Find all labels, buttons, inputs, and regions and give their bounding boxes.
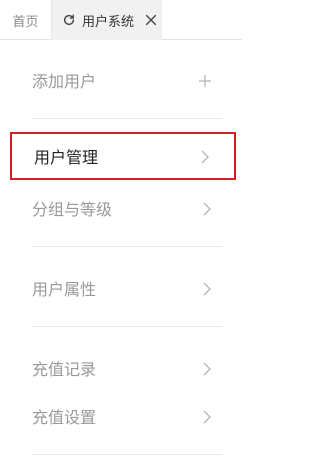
menu-item-add-user-label: 添加用户: [32, 72, 97, 91]
plus-icon: [198, 73, 212, 87]
chevron-right-icon: [202, 409, 212, 424]
menu-item-user-attributes-label: 用户属性: [32, 280, 97, 299]
tab-bar: 首页 用户系统: [0, 0, 242, 40]
refresh-icon[interactable]: [62, 13, 76, 27]
menu-item-user-management-label: 用户管理: [34, 148, 99, 167]
tab-home[interactable]: 首页: [0, 0, 52, 40]
menu-item-recharge-settings-label: 充值设置: [32, 408, 97, 427]
menu-item-groups-levels-label: 分组与等级: [32, 200, 113, 219]
menu-item-recharge-records-label: 充值记录: [32, 360, 97, 379]
tab-user-system[interactable]: 用户系统: [52, 0, 162, 40]
tab-home-label: 首页: [12, 14, 39, 30]
divider: [32, 118, 222, 119]
divider: [32, 326, 222, 327]
chevron-right-icon: [202, 361, 212, 376]
menu-item-add-user[interactable]: 添加用户: [10, 56, 236, 104]
menu-item-user-management[interactable]: 用户管理: [10, 132, 236, 180]
tab-user-system-label: 用户系统: [82, 14, 135, 30]
menu-item-user-attributes[interactable]: 用户属性: [10, 264, 236, 312]
menu-item-recharge-records[interactable]: 充值记录: [10, 344, 236, 392]
divider: [32, 246, 222, 247]
menu-item-groups-levels[interactable]: 分组与等级: [10, 184, 236, 232]
close-icon[interactable]: [144, 13, 158, 27]
chevron-right-icon: [202, 281, 212, 296]
menu-panel: 添加用户 用户管理 分组与等级 用户属性 充值记录 充值设置: [0, 40, 242, 458]
chevron-right-icon: [200, 149, 210, 164]
menu-item-recharge-settings[interactable]: 充值设置: [10, 392, 236, 440]
chevron-right-icon: [202, 201, 212, 216]
divider: [32, 454, 222, 455]
